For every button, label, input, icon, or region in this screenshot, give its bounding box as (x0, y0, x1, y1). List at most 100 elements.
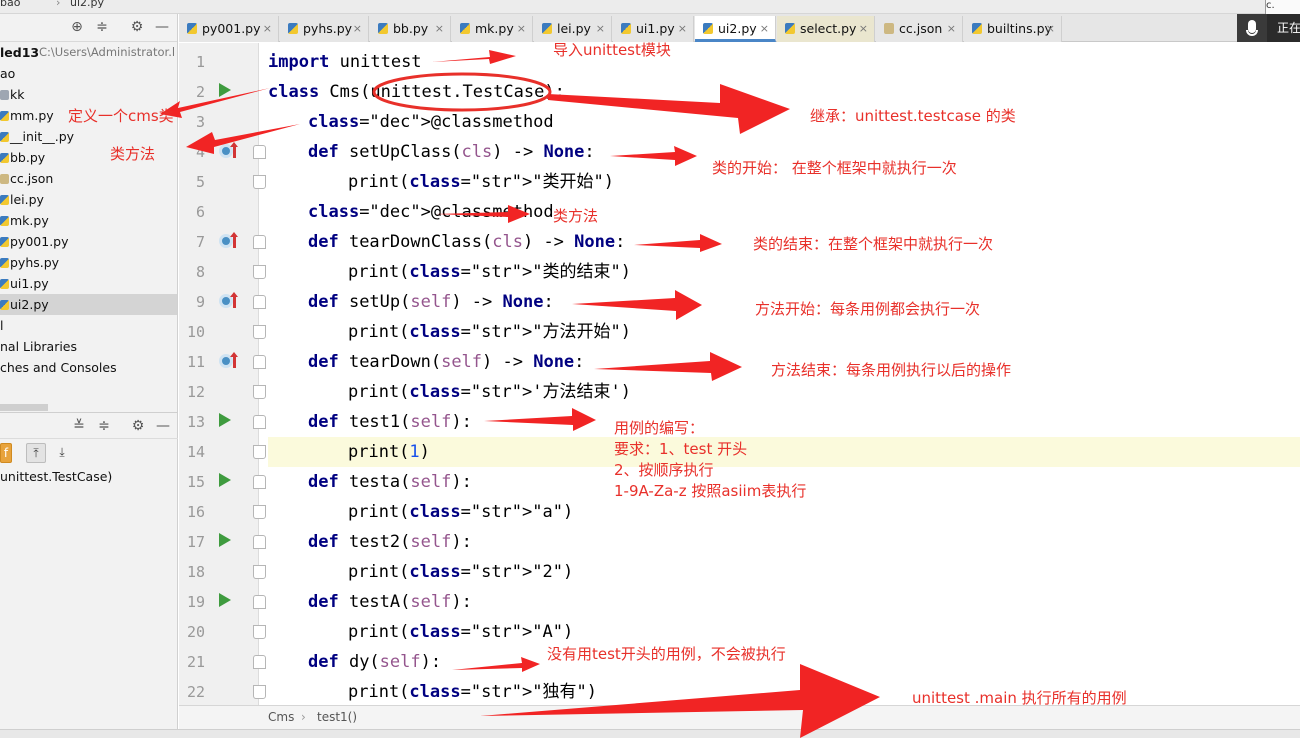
fold-icon[interactable] (253, 475, 266, 489)
show-fields-icon[interactable]: f (0, 443, 12, 463)
structure-class-item[interactable]: unittest.TestCase) (0, 469, 112, 484)
code-line[interactable]: print(class="str">"类的结束") (268, 257, 631, 287)
editor-tab[interactable]: py001.py × (179, 16, 279, 42)
code-editor[interactable]: 1 2 3 4 5 6 7 8 9 10 11 12 13 14 15 16 17 18 19 20 21 22 impo… (179, 43, 1300, 705)
fold-end-icon[interactable] (253, 445, 266, 459)
editor-tab[interactable]: lei.py × (534, 16, 612, 42)
close-tab-icon[interactable]: × (596, 16, 605, 42)
project-root[interactable]: led13 C:\Users\Administrator.l (0, 42, 177, 63)
fold-end-icon[interactable] (253, 625, 266, 639)
fold-end-icon[interactable] (253, 505, 266, 519)
breadcrumb-method[interactable]: test1() (317, 706, 357, 728)
code-line[interactable]: print(class="str">"独有") (268, 677, 597, 705)
code-line[interactable]: print(class="str">"方法开始") (268, 317, 631, 347)
close-tab-icon[interactable]: × (517, 16, 526, 42)
fold-end-icon[interactable] (253, 385, 266, 399)
run-test-icon[interactable] (219, 533, 231, 547)
code-line[interactable]: import unittest (268, 47, 422, 77)
run-test-icon[interactable] (219, 593, 231, 607)
gear-icon[interactable]: ⚙ (128, 18, 146, 36)
code-line[interactable]: print(1) (268, 437, 1300, 467)
project-tree-item[interactable]: ui2.py (0, 294, 177, 315)
code-line[interactable]: class="dec">@classmethod (268, 197, 554, 227)
code-line[interactable]: print(class="str">"类开始") (268, 167, 614, 197)
show-inherited-icon[interactable]: ⤒ (26, 443, 46, 463)
close-tab-icon[interactable]: × (760, 16, 769, 42)
editor-tab[interactable]: bb.py × (370, 16, 451, 42)
project-tree-item[interactable]: lei.py (0, 189, 177, 210)
breadcrumb-class[interactable]: Cms (268, 706, 294, 728)
code-line[interactable]: def tearDownClass(cls) -> None: (268, 227, 625, 257)
hide-panel-icon[interactable]: — (154, 417, 172, 435)
code-line[interactable]: print(class="str">'方法结束') (268, 377, 631, 407)
editor-tab[interactable]: pyhs.py × (280, 16, 369, 42)
overrides-arrow-icon[interactable] (230, 142, 238, 158)
editor-tab[interactable]: cc.json × (876, 16, 963, 42)
code-line[interactable]: def dy(self): (268, 647, 441, 677)
fold-icon[interactable] (253, 235, 266, 249)
project-tree-item[interactable]: pyhs.py (0, 252, 177, 273)
hide-panel-icon[interactable]: — (153, 18, 171, 36)
run-test-icon[interactable] (219, 413, 231, 427)
run-test-icon[interactable] (219, 473, 231, 487)
project-tree-item[interactable]: mk.py (0, 210, 177, 231)
overrides-arrow-icon[interactable] (230, 232, 238, 248)
project-tree-item[interactable]: ao (0, 63, 177, 84)
close-tab-icon[interactable]: × (678, 16, 687, 42)
code-line[interactable]: class="dec">@classmethod (268, 107, 554, 137)
code-line[interactable]: class Cms(unittest.TestCase): (268, 77, 565, 107)
code-line[interactable]: def testa(self): (268, 467, 472, 497)
code-line[interactable]: print(class="str">"A") (268, 617, 573, 647)
code-line[interactable]: def testA(self): (268, 587, 472, 617)
breadcrumb-folder[interactable]: bao (0, 0, 20, 9)
editor-tab[interactable]: ui2.py × (695, 16, 776, 42)
project-tree-item[interactable]: kk (0, 84, 177, 105)
fold-icon[interactable] (253, 355, 266, 369)
collapse-all-icon[interactable]: ≑ (93, 18, 111, 36)
locate-icon[interactable]: ⊕ (68, 18, 86, 36)
code-line[interactable]: def tearDown(self) -> None: (268, 347, 584, 377)
editor-tab[interactable]: mk.py × (452, 16, 533, 42)
project-tree-item[interactable]: cc.json (0, 168, 177, 189)
close-tab-icon[interactable]: × (263, 16, 272, 42)
fold-icon[interactable] (253, 295, 266, 309)
gear-icon[interactable]: ⚙ (129, 417, 147, 435)
fold-icon[interactable] (253, 415, 266, 429)
close-tab-icon[interactable]: × (859, 16, 868, 42)
autoscroll-icon[interactable]: ⤓ (52, 443, 72, 463)
project-tree-item[interactable]: ches and Consoles (0, 357, 177, 378)
close-tab-icon[interactable]: × (353, 16, 362, 42)
overrides-arrow-icon[interactable] (230, 292, 238, 308)
project-tree-item[interactable]: nal Libraries (0, 336, 177, 357)
run-test-icon[interactable] (219, 83, 231, 97)
fold-end-icon[interactable] (253, 325, 266, 339)
editor-tab[interactable]: ui1.py × (613, 16, 694, 42)
project-tree-item[interactable]: ui1.py (0, 273, 177, 294)
editor-tab[interactable]: select.py × (777, 16, 875, 42)
fold-icon[interactable] (253, 145, 266, 159)
horizontal-scrollbar[interactable] (0, 404, 48, 411)
expand-all-icon[interactable]: ≚ (70, 417, 88, 435)
close-tab-icon[interactable]: × (1046, 16, 1055, 42)
fold-icon[interactable] (253, 655, 266, 669)
code-line[interactable]: print(class="str">"a") (268, 497, 573, 527)
close-tab-icon[interactable]: × (947, 16, 956, 42)
code-line[interactable]: def setUp(self) -> None: (268, 287, 554, 317)
project-tree-item[interactable]: py001.py (0, 231, 177, 252)
fold-end-icon[interactable] (253, 265, 266, 279)
breadcrumb-file[interactable]: ui2.py (70, 0, 104, 9)
fold-end-icon[interactable] (253, 685, 266, 699)
microphone-icon[interactable] (1237, 14, 1267, 42)
code-line[interactable]: def test2(self): (268, 527, 472, 557)
overrides-arrow-icon[interactable] (230, 352, 238, 368)
code-line[interactable]: def setUpClass(cls) -> None: (268, 137, 595, 167)
fold-icon[interactable] (253, 535, 266, 549)
fold-end-icon[interactable] (253, 565, 266, 579)
code-line[interactable]: print(class="str">"2") (268, 557, 573, 587)
fold-end-icon[interactable] (253, 175, 266, 189)
collapse-all-icon[interactable]: ≑ (95, 417, 113, 435)
editor-tab[interactable]: builtins.py × (964, 16, 1062, 42)
fold-icon[interactable] (253, 595, 266, 609)
close-tab-icon[interactable]: × (435, 16, 444, 42)
project-tree-item[interactable]: l (0, 315, 177, 336)
